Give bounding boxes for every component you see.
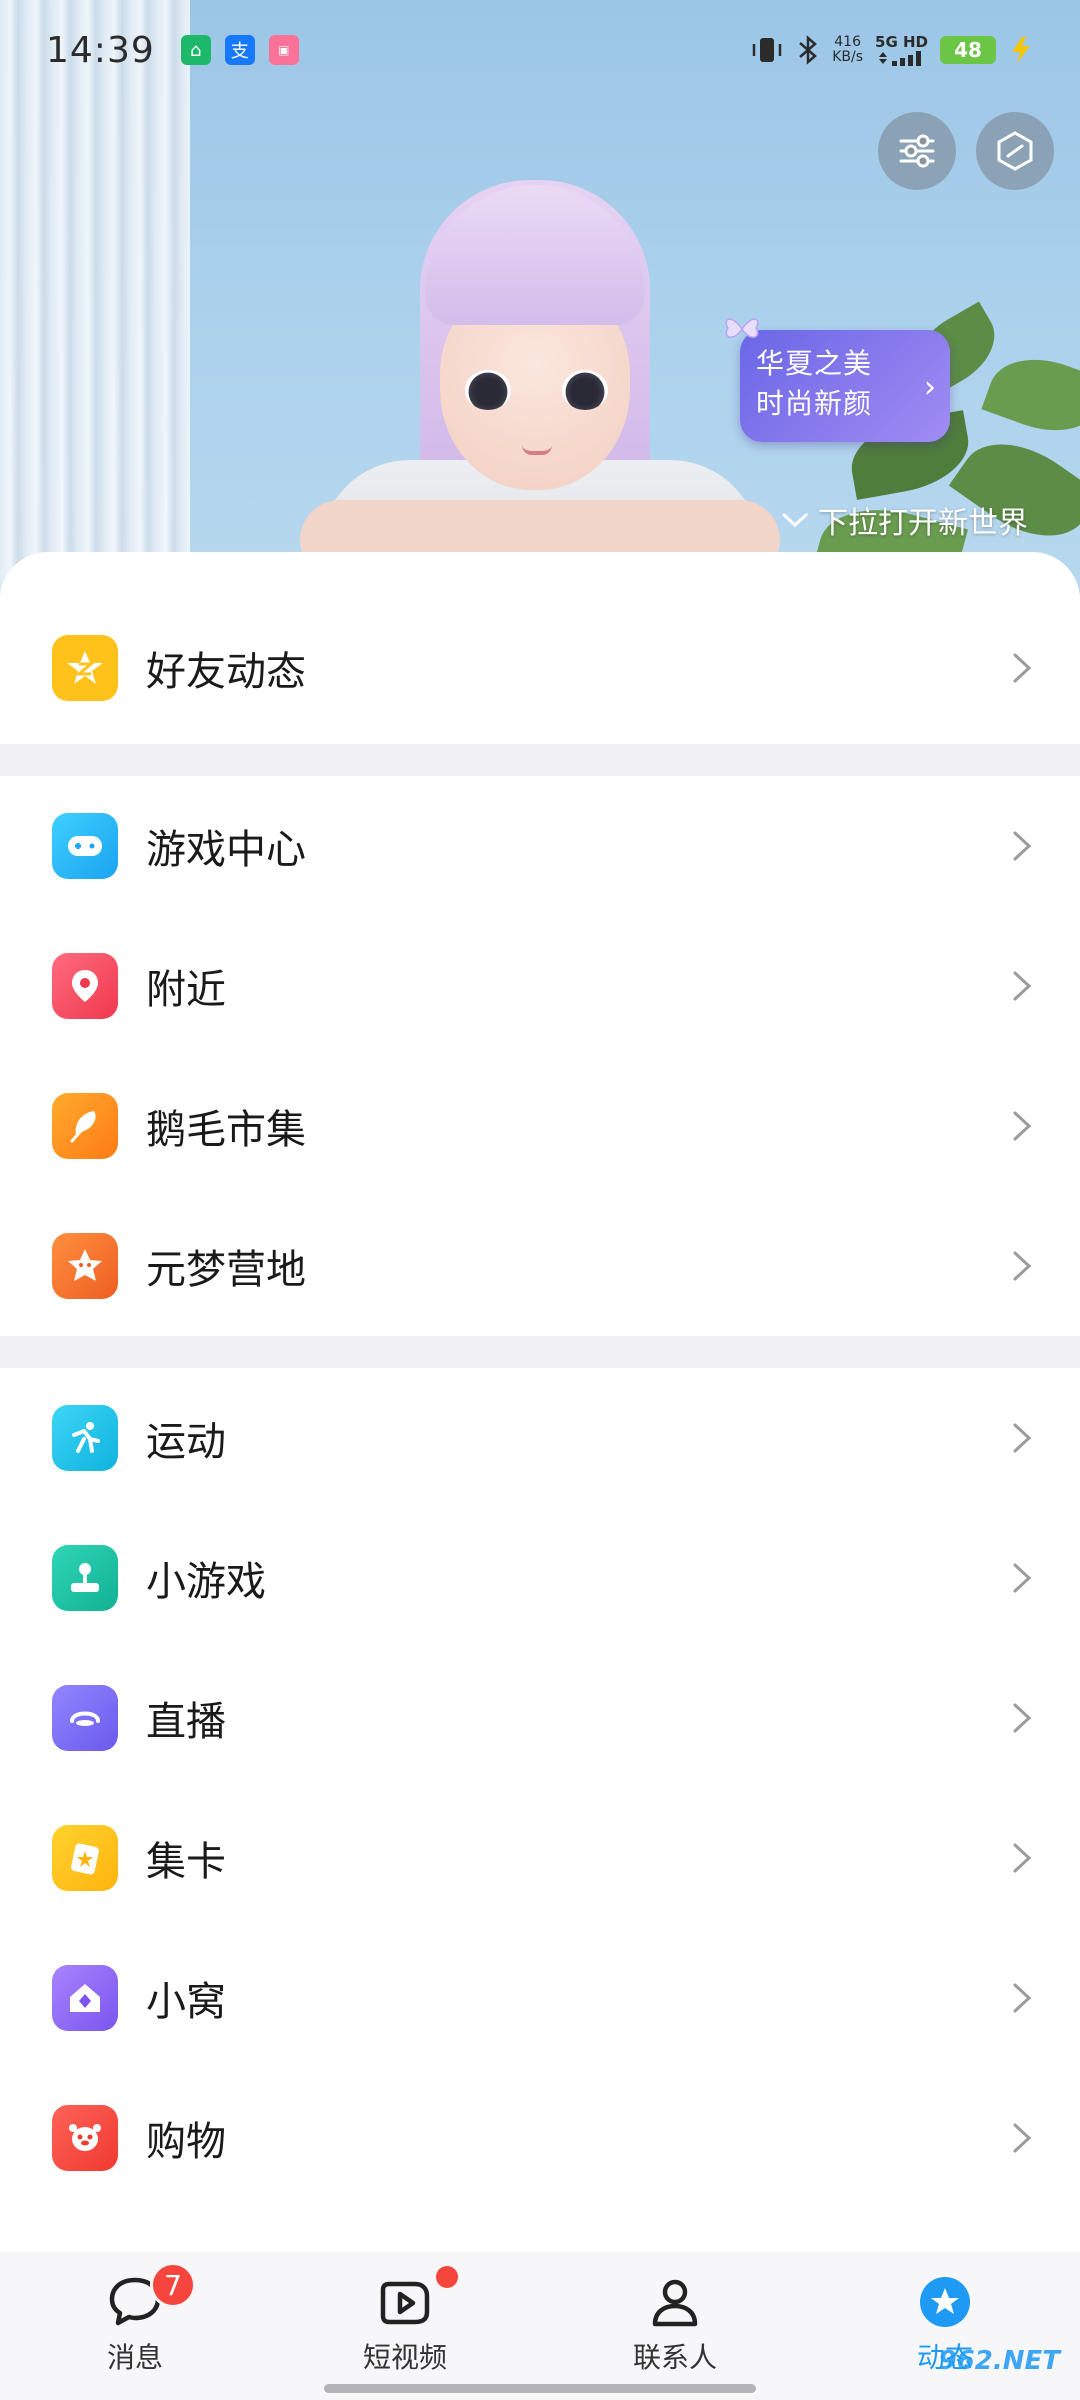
net-speed-value: 416 bbox=[834, 34, 861, 50]
menu-item-label: 购物 bbox=[146, 2119, 226, 2165]
menu-item-label: 元梦营地 bbox=[146, 1247, 306, 1293]
menu-group-3: 运动 小游戏 直播 集卡 小窝 购物 bbox=[0, 1368, 1080, 2252]
settings-sliders-button[interactable] bbox=[878, 112, 956, 190]
menu-item-label: 小窝 bbox=[146, 1979, 226, 2025]
menu-group-1: 好友动态 bbox=[0, 552, 1080, 744]
network-speed: 416 KB/s bbox=[832, 35, 863, 65]
chevron-right-icon bbox=[1013, 1843, 1032, 1873]
star-planet-icon bbox=[920, 2277, 970, 2327]
menu-item-mini-games[interactable]: 小游戏 bbox=[0, 1508, 1080, 1648]
signal-bars-icon bbox=[878, 51, 921, 66]
joystick-icon bbox=[52, 1545, 118, 1611]
chevron-right-icon bbox=[1013, 1111, 1032, 1141]
friends-feed-icon bbox=[52, 635, 118, 701]
home-indicator[interactable] bbox=[324, 2384, 756, 2393]
menu-sheet: 好友动态 游戏中心 附近 鹅毛市集 元梦营地 运动 小游戏 直播 集卡 小窝 购… bbox=[0, 552, 1080, 2252]
gamepad-icon bbox=[52, 813, 118, 879]
menu-item-card-collect[interactable]: 集卡 bbox=[0, 1788, 1080, 1928]
menu-item-friends-feed[interactable]: 好友动态 bbox=[0, 552, 1080, 744]
chevron-right-icon bbox=[1013, 653, 1032, 683]
bubble-line-2: 时尚新颜 bbox=[756, 387, 873, 420]
chevron-right-icon bbox=[1013, 1703, 1032, 1733]
status-bar: 14:39 ⌂ 支 ▣ 416 KB/s 5G HD 48 bbox=[0, 0, 1080, 100]
person-icon bbox=[652, 2279, 698, 2327]
chevron-right-icon bbox=[1013, 2123, 1032, 2153]
menu-item-label: 附近 bbox=[146, 967, 226, 1013]
pull-hint-text: 下拉打开新世界 bbox=[818, 506, 1028, 541]
card-icon bbox=[52, 1825, 118, 1891]
menu-item-partial[interactable] bbox=[0, 2208, 1080, 2252]
chevron-right-icon bbox=[1013, 1423, 1032, 1453]
alipay-icon: 支 bbox=[224, 35, 255, 65]
menu-item-nest[interactable]: 小窝 bbox=[0, 1928, 1080, 2068]
tab-messages[interactable]: 消息 7 bbox=[0, 2252, 270, 2400]
hexagon-icon bbox=[997, 131, 1033, 171]
status-time: 14:39 bbox=[46, 29, 155, 71]
feather-icon bbox=[52, 1093, 118, 1159]
menu-item-label: 运动 bbox=[146, 1419, 226, 1465]
section-divider bbox=[0, 1336, 1080, 1368]
tab-label: 联系人 bbox=[632, 2341, 717, 2374]
bottom-tab-bar: 消息 7 短视频 联系人 动态 bbox=[0, 2252, 1080, 2400]
star-character-icon bbox=[52, 1233, 118, 1299]
tab-contacts[interactable]: 联系人 bbox=[540, 2252, 810, 2400]
mi-home-icon: ⌂ bbox=[180, 35, 211, 65]
menu-item-sports[interactable]: 运动 bbox=[0, 1368, 1080, 1508]
pull-down-hint: 下拉打开新世界 bbox=[780, 498, 1028, 542]
tab-label: 短视频 bbox=[362, 2341, 447, 2374]
screen: { "status_bar": { "time": "14:39", "net_… bbox=[0, 0, 1080, 2400]
unread-badge: 7 bbox=[150, 2262, 196, 2308]
shopping-penguin-icon bbox=[52, 2105, 118, 2171]
chevron-right-icon bbox=[1013, 971, 1032, 1001]
menu-item-nearby[interactable]: 附近 bbox=[0, 916, 1080, 1056]
battery-indicator: 48 bbox=[940, 36, 996, 64]
menu-item-label: 鹅毛市集 bbox=[146, 1107, 306, 1153]
tab-label: 消息 bbox=[106, 2341, 163, 2374]
network-type: 5G HD bbox=[875, 33, 928, 51]
menu-item-label: 集卡 bbox=[146, 1839, 226, 1885]
menu-item-label: 小游戏 bbox=[146, 1559, 266, 1605]
charging-bolt-icon bbox=[1012, 37, 1030, 63]
menu-item-goose-market[interactable]: 鹅毛市集 bbox=[0, 1056, 1080, 1196]
bubble-line-1: 华夏之美 bbox=[756, 347, 873, 380]
menu-group-2: 游戏中心 附近 鹅毛市集 元梦营地 bbox=[0, 776, 1080, 1336]
menu-item-label: 游戏中心 bbox=[146, 827, 306, 873]
menu-item-label: 好友动态 bbox=[146, 649, 306, 695]
chevron-right-icon bbox=[1013, 1983, 1032, 2013]
running-icon bbox=[52, 1405, 118, 1471]
watermark: 962.NET bbox=[938, 2346, 1060, 2376]
chevron-right-icon bbox=[1013, 1251, 1032, 1281]
hexagon-button[interactable] bbox=[976, 112, 1054, 190]
menu-item-yuanmeng-camp[interactable]: 元梦营地 bbox=[0, 1196, 1080, 1336]
butterfly-icon bbox=[725, 318, 759, 338]
tab-dynamic[interactable]: 动态 bbox=[810, 2252, 1080, 2400]
video-play-icon bbox=[380, 2281, 430, 2325]
bilibili-icon: ▣ bbox=[268, 35, 299, 65]
menu-item-game-center[interactable]: 游戏中心 bbox=[0, 776, 1080, 916]
menu-item-live[interactable]: 直播 bbox=[0, 1648, 1080, 1788]
menu-item-label: 直播 bbox=[146, 1699, 226, 1745]
bluetooth-icon bbox=[799, 35, 818, 65]
chevron-right-icon bbox=[1013, 1563, 1032, 1593]
signal-block: 5G HD bbox=[875, 34, 928, 66]
section-divider bbox=[0, 744, 1080, 776]
chevron-right-icon: › bbox=[924, 370, 936, 405]
location-pin-icon bbox=[52, 953, 118, 1019]
menu-item-shopping[interactable]: 购物 bbox=[0, 2068, 1080, 2208]
live-icon bbox=[52, 1685, 118, 1751]
net-speed-unit: KB/s bbox=[832, 49, 864, 65]
vibrate-icon bbox=[752, 38, 782, 62]
home-diamond-icon bbox=[52, 1965, 118, 2031]
promo-bubble[interactable]: 华夏之美 时尚新颜 › bbox=[740, 330, 950, 442]
chevron-right-icon bbox=[1013, 831, 1032, 861]
tab-short-video[interactable]: 短视频 bbox=[270, 2252, 540, 2400]
new-content-dot bbox=[436, 2266, 458, 2288]
chevron-down-icon bbox=[782, 513, 808, 528]
settings-sliders-icon bbox=[899, 134, 935, 168]
